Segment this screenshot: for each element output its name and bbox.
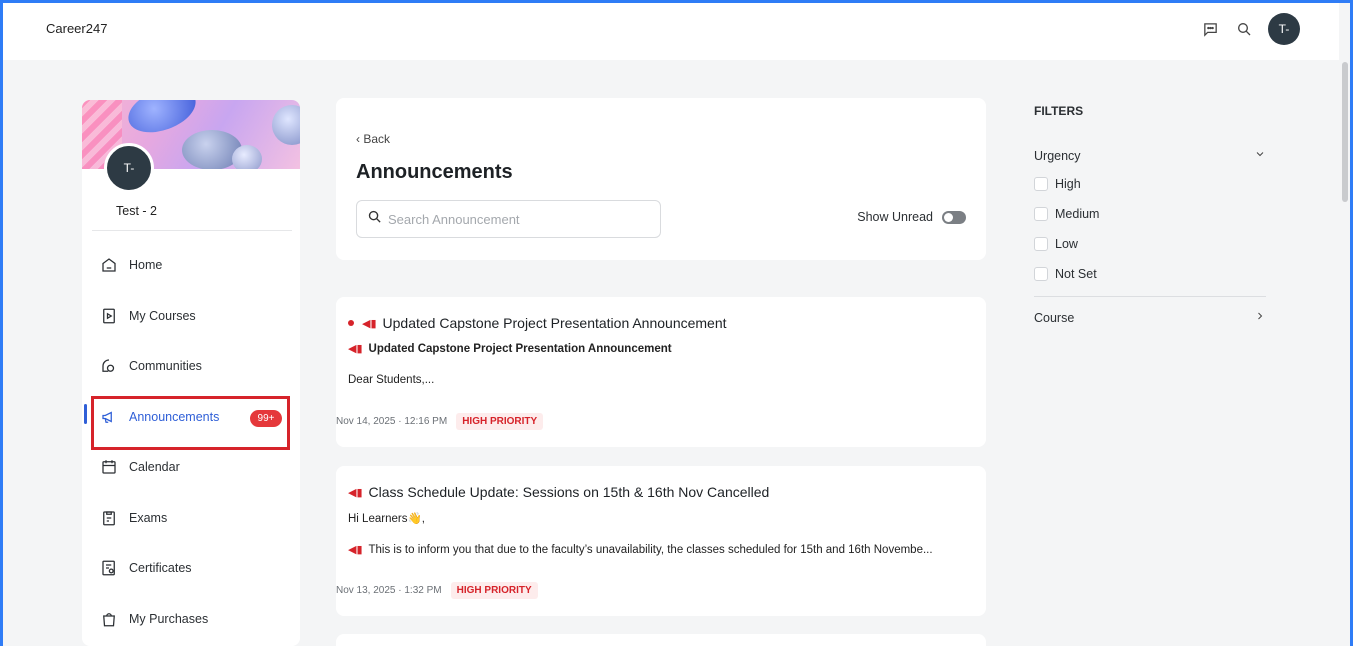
brand-logo[interactable]: Career247 <box>46 21 107 36</box>
top-bar: Career247 T- <box>3 3 1350 60</box>
show-unread-label: Show Unread <box>857 210 933 224</box>
checkbox[interactable] <box>1034 237 1048 251</box>
search-icon <box>367 209 382 229</box>
megaphone-icon: ◀▮ <box>362 317 377 330</box>
urgency-filter-header[interactable]: Urgency <box>1034 148 1266 163</box>
chat-icon[interactable] <box>1200 19 1220 39</box>
sidebar-item-exams[interactable]: Exams <box>82 493 300 544</box>
sidebar-divider <box>92 230 292 231</box>
back-link[interactable]: ‹ Back <box>356 132 390 146</box>
profile-avatar: T- <box>104 143 154 193</box>
sidebar-item-certificates[interactable]: Certificates <box>82 543 300 594</box>
megaphone-icon: ◀▮ <box>348 343 363 355</box>
priority-badge: HIGH PRIORITY <box>450 582 538 599</box>
unread-dot <box>348 320 354 326</box>
priority-badge: HIGH PRIORITY <box>456 413 544 430</box>
chevron-left-icon: ‹ <box>356 132 360 146</box>
scrollbar-thumb[interactable] <box>1342 62 1348 202</box>
sidebar-item-communities[interactable]: Communities <box>82 341 300 392</box>
announcement-date: Nov 13, 2025 · 1:32 PM <box>336 585 442 596</box>
megaphone-icon: ◀▮ <box>348 544 363 556</box>
sidebar-nav: Home My Courses Communities Announcement… <box>82 240 300 644</box>
sidebar: T- Test - 2 Home My Courses Communities <box>82 100 300 646</box>
filters-divider <box>1034 296 1266 297</box>
calendar-icon <box>98 456 120 478</box>
announcement-card[interactable]: ◀▮ Updated Capstone Project Presentation… <box>336 297 986 447</box>
certificate-icon <box>98 557 120 579</box>
course-label: Course <box>1034 310 1075 325</box>
sidebar-item-my-courses[interactable]: My Courses <box>82 291 300 342</box>
urgency-option-low[interactable]: Low <box>1034 237 1078 251</box>
sidebar-item-calendar[interactable]: Calendar <box>82 442 300 493</box>
top-actions: T- <box>1200 13 1300 45</box>
profile-name: Test - 2 <box>116 204 157 218</box>
announcement-preview: ◀▮ This is to inform you that due to the… <box>348 543 933 557</box>
announcement-date: Nov 14, 2025 · 12:16 PM <box>336 416 448 427</box>
communities-icon <box>98 355 120 377</box>
sidebar-item-label: My Courses <box>129 308 196 323</box>
urgency-option-not-set[interactable]: Not Set <box>1034 267 1097 281</box>
announcement-subtitle: ◀▮ Updated Capstone Project Presentation… <box>348 342 672 356</box>
home-icon <box>98 254 120 276</box>
search-icon[interactable] <box>1234 19 1254 39</box>
megaphone-icon: ◀▮ <box>348 486 363 499</box>
announcement-title: ◀▮ Class Schedule Update: Sessions on 15… <box>348 484 770 500</box>
urgency-label: Urgency <box>1034 148 1081 163</box>
sidebar-item-home[interactable]: Home <box>82 240 300 291</box>
shopping-bag-icon <box>98 608 120 630</box>
course-filter-header[interactable]: Course <box>1034 310 1266 325</box>
search-box[interactable] <box>356 200 661 238</box>
user-avatar-button[interactable]: T- <box>1268 13 1300 45</box>
sidebar-item-label: Communities <box>129 359 202 374</box>
active-indicator <box>84 403 87 424</box>
urgency-option-medium[interactable]: Medium <box>1034 207 1099 221</box>
announcement-meta: Nov 13, 2025 · 1:32 PM HIGH PRIORITY <box>336 582 538 599</box>
filters-title: FILTERS <box>1034 104 1084 118</box>
checkbox[interactable] <box>1034 177 1048 191</box>
chevron-right-icon <box>1254 310 1266 325</box>
sidebar-item-label: Certificates <box>129 561 192 576</box>
course-play-icon <box>98 305 120 327</box>
urgency-option-high[interactable]: High <box>1034 177 1081 191</box>
announcement-title: ◀▮ Updated Capstone Project Presentation… <box>348 315 727 331</box>
announcement-card[interactable] <box>336 634 986 646</box>
announcements-header-card: ‹ Back Announcements Show Unread <box>336 98 986 260</box>
sidebar-item-label: Calendar <box>129 460 180 475</box>
sidebar-item-label: My Purchases <box>129 611 209 626</box>
announcement-card[interactable]: ◀▮ Class Schedule Update: Sessions on 15… <box>336 466 986 616</box>
clipboard-icon <box>98 507 120 529</box>
announcement-meta: Nov 14, 2025 · 12:16 PM HIGH PRIORITY <box>336 413 544 430</box>
checkbox[interactable] <box>1034 267 1048 281</box>
announcement-preview: Dear Students,... <box>348 374 435 386</box>
show-unread-control[interactable]: Show Unread <box>857 210 966 224</box>
chevron-down-icon <box>1254 148 1266 163</box>
sidebar-item-label: Home <box>129 258 163 273</box>
announcement-greeting: Hi Learners👋, <box>348 513 425 525</box>
sidebar-item-my-purchases[interactable]: My Purchases <box>82 594 300 645</box>
unread-count-badge: 99+ <box>250 409 282 427</box>
checkbox[interactable] <box>1034 207 1048 221</box>
show-unread-toggle[interactable] <box>942 210 966 224</box>
search-input[interactable] <box>388 211 648 227</box>
page-title: Announcements <box>356 161 513 183</box>
sidebar-item-announcements[interactable]: Announcements 99+ <box>82 392 300 450</box>
sidebar-item-label: Exams <box>129 510 168 525</box>
